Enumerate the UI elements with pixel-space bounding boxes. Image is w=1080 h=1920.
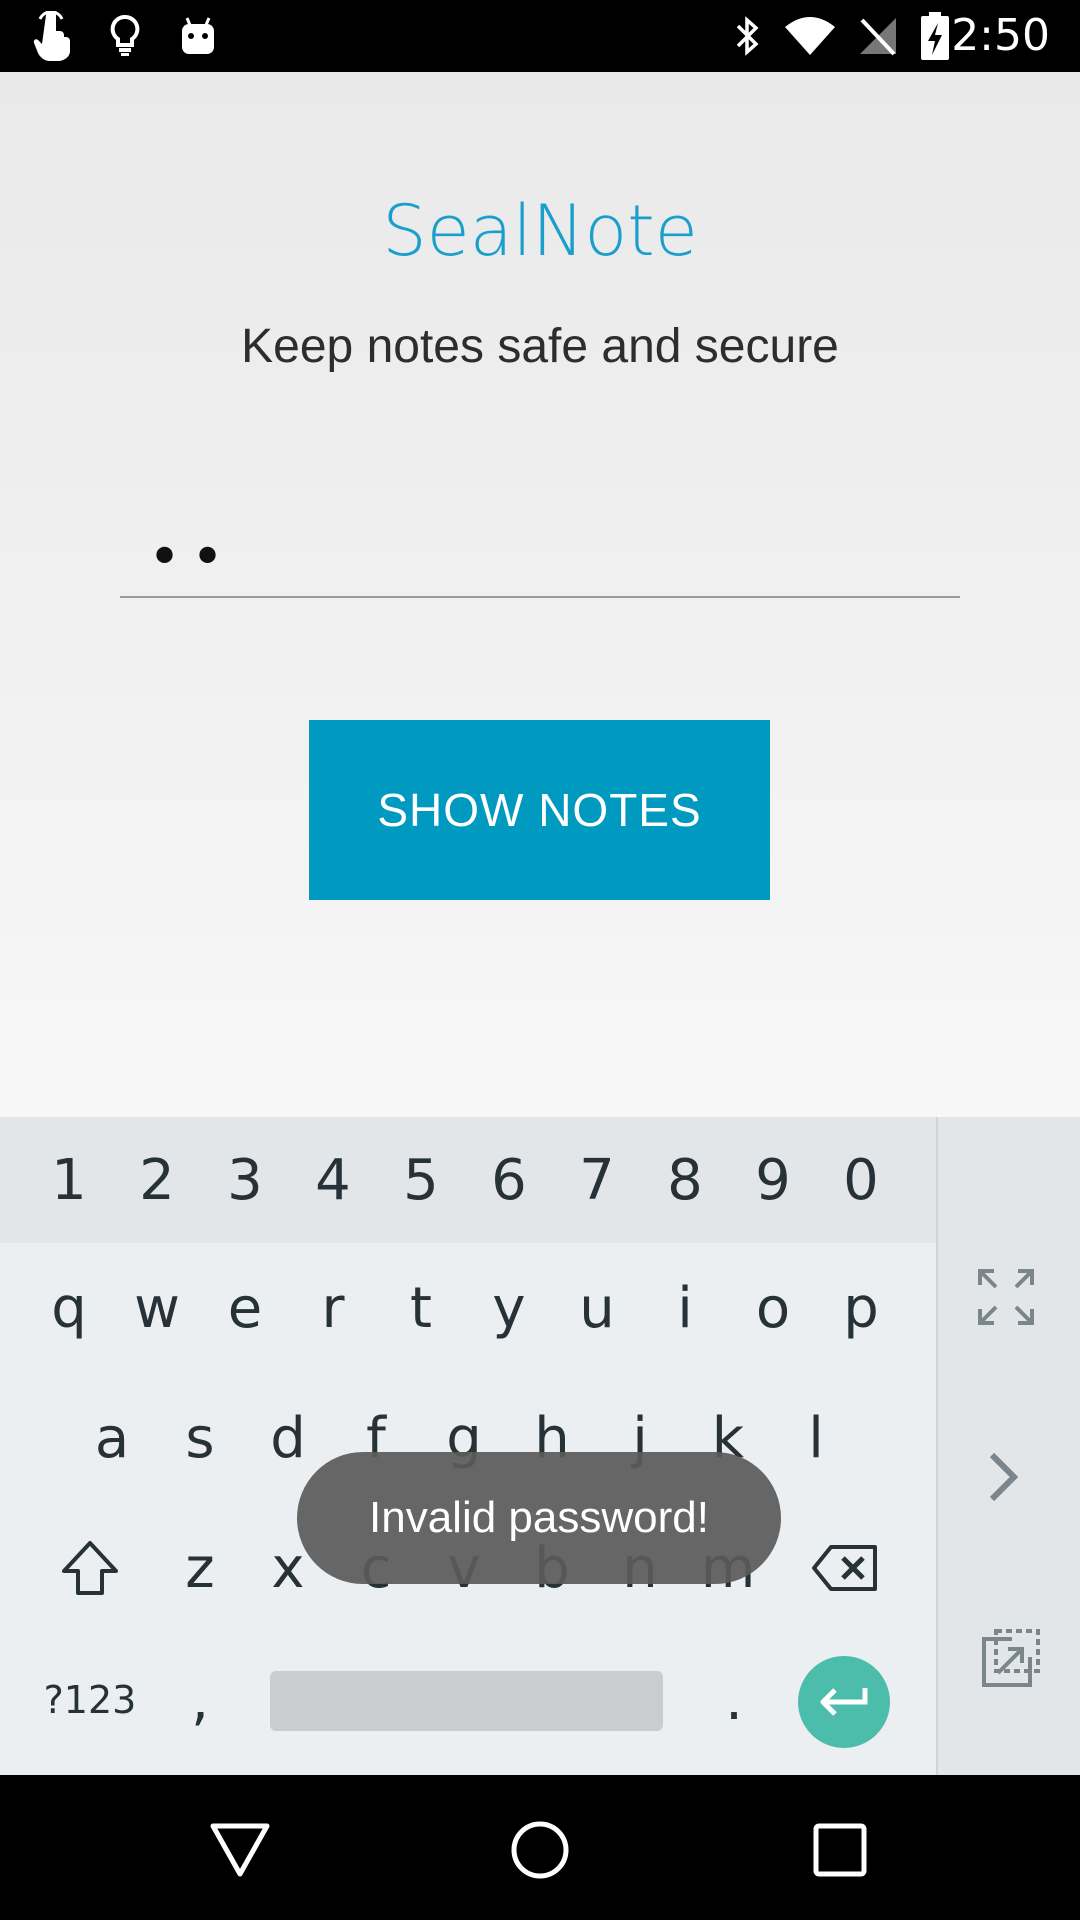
password-value: •• (148, 525, 235, 590)
bluetooth-icon (728, 10, 768, 62)
backspace-key[interactable] (790, 1503, 900, 1633)
key-8[interactable]: 8 (641, 1117, 729, 1243)
status-bar: 2:50 (0, 0, 1080, 72)
comma-key[interactable]: , (156, 1637, 244, 1763)
toast-message: Invalid password! (297, 1452, 781, 1584)
key-o[interactable]: o (729, 1243, 817, 1373)
key-4[interactable]: 4 (289, 1117, 377, 1243)
battery-charging-icon (918, 10, 952, 62)
no-signal-icon (856, 10, 900, 62)
app-subtitle: Keep notes safe and secure (241, 320, 839, 373)
key-s[interactable]: s (156, 1373, 244, 1503)
key-e[interactable]: e (201, 1243, 289, 1373)
back-icon[interactable] (195, 1805, 285, 1895)
key-q[interactable]: q (25, 1243, 113, 1373)
key-5[interactable]: 5 (377, 1117, 465, 1243)
wifi-icon (782, 10, 838, 62)
key-y[interactable]: y (465, 1243, 553, 1373)
key-a[interactable]: a (68, 1373, 156, 1503)
key-r[interactable]: r (289, 1243, 377, 1373)
shift-key[interactable] (40, 1503, 140, 1633)
backspace-icon (812, 1545, 877, 1591)
navigation-bar (0, 1775, 1080, 1920)
period-key[interactable]: . (690, 1637, 778, 1763)
key-i[interactable]: i (641, 1243, 729, 1373)
key-3[interactable]: 3 (201, 1117, 289, 1243)
show-notes-button[interactable]: SHOW NOTES (309, 720, 770, 900)
key-w[interactable]: w (113, 1243, 201, 1373)
key-1[interactable]: 1 (25, 1117, 113, 1243)
enter-icon (820, 1688, 868, 1716)
keyboard: 1 2 3 4 5 6 7 8 9 0 q w e r t y u i o p … (0, 1117, 1080, 1775)
key-6[interactable]: 6 (465, 1117, 553, 1243)
enter-key[interactable] (798, 1656, 890, 1748)
key-u[interactable]: u (553, 1243, 641, 1373)
touch-icon (30, 10, 76, 62)
password-field[interactable]: •• (120, 520, 960, 598)
home-icon[interactable] (495, 1805, 585, 1895)
key-0[interactable]: 0 (817, 1117, 905, 1243)
key-7[interactable]: 7 (553, 1117, 641, 1243)
keyboard-side-panel (936, 1117, 1080, 1775)
app-title: SealNote (382, 190, 698, 272)
symbols-key[interactable]: ?123 (30, 1637, 150, 1763)
key-z[interactable]: z (156, 1503, 244, 1633)
clock: 2:50 (951, 10, 1050, 61)
android-icon (178, 10, 218, 62)
lightbulb-icon (108, 10, 142, 62)
shift-icon (62, 1541, 118, 1595)
key-2[interactable]: 2 (113, 1117, 201, 1243)
key-p[interactable]: p (817, 1243, 905, 1373)
chevron-right-icon[interactable] (984, 1447, 1040, 1527)
spacebar[interactable] (270, 1671, 663, 1731)
undock-icon[interactable] (978, 1627, 1044, 1693)
expand-icon[interactable] (976, 1267, 1044, 1335)
number-row: 1 2 3 4 5 6 7 8 9 0 (0, 1117, 936, 1243)
key-l[interactable]: l (772, 1373, 860, 1503)
recents-icon[interactable] (795, 1805, 885, 1895)
key-t[interactable]: t (377, 1243, 465, 1373)
key-9[interactable]: 9 (729, 1117, 817, 1243)
app-content: SealNote Keep notes safe and secure •• S… (0, 72, 1080, 1117)
